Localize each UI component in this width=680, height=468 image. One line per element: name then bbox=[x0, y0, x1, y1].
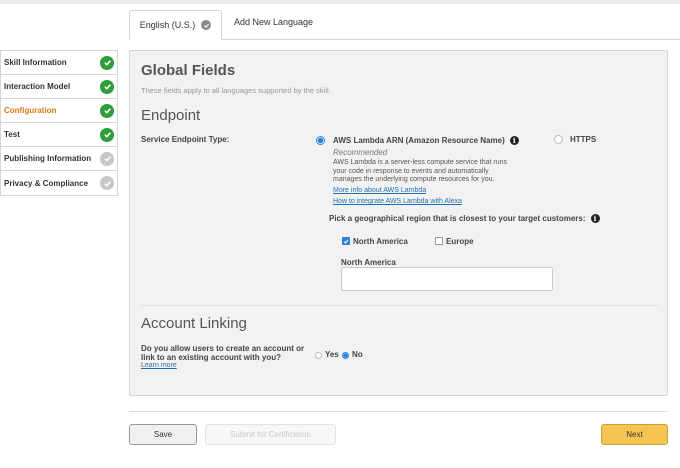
next-button[interactable]: Next bbox=[601, 424, 668, 445]
lambda-description: AWS Lambda is a server-less compute serv… bbox=[333, 159, 507, 185]
save-button[interactable]: Save bbox=[129, 424, 197, 445]
question-line: link to an existing account with you? bbox=[141, 353, 282, 362]
region-prompt-text: Pick a geographical region that is close… bbox=[329, 214, 586, 223]
sidebar-item-label: Publishing Information bbox=[4, 154, 92, 163]
lambda-description-line: manages the underlying compute resources… bbox=[333, 176, 495, 183]
page-subtitle: These fields apply to all languages supp… bbox=[141, 86, 331, 95]
sidebar-item-configuration[interactable]: Configuration bbox=[1, 99, 117, 123]
sidebar-item-label: Test bbox=[4, 130, 20, 139]
question-line: Do you allow users to create an account … bbox=[141, 344, 305, 353]
radio-no[interactable] bbox=[342, 352, 349, 359]
sidebar-item-label: Configuration bbox=[4, 106, 57, 115]
lambda-option: AWS Lambda ARN (Amazon Resource Name) i bbox=[333, 136, 519, 145]
check-circle-icon bbox=[100, 151, 114, 166]
submit-for-certification-button[interactable]: Submit for Certification bbox=[205, 424, 336, 445]
lambda-label: AWS Lambda ARN (Amazon Resource Name) bbox=[333, 136, 505, 145]
learn-more-link[interactable]: Learn more bbox=[141, 362, 177, 369]
north-america-label: North America bbox=[353, 237, 408, 246]
global-fields-panel: Global Fields These fields apply to all … bbox=[129, 50, 668, 396]
tab-divider bbox=[222, 39, 680, 40]
yes-label: Yes bbox=[325, 350, 339, 359]
region-prompt: Pick a geographical region that is close… bbox=[329, 214, 600, 223]
sidebar: Skill Information Interaction Model Conf… bbox=[0, 50, 118, 196]
check-circle-icon bbox=[100, 176, 114, 190]
check-icon bbox=[201, 20, 212, 30]
radio-https[interactable] bbox=[554, 135, 563, 144]
tab-add-new-language[interactable]: Add New Language bbox=[234, 17, 313, 27]
service-endpoint-type-label: Service Endpoint Type: bbox=[141, 135, 230, 144]
info-icon[interactable]: i bbox=[590, 214, 600, 223]
footer-divider bbox=[129, 411, 668, 412]
sidebar-item-label: Privacy & Compliance bbox=[4, 178, 89, 188]
recommended-label: Recommended bbox=[333, 148, 388, 157]
sidebar-item-test[interactable]: Test bbox=[1, 123, 117, 147]
europe-label: Europe bbox=[446, 237, 474, 246]
check-circle-icon bbox=[100, 55, 114, 70]
north-america-field-label: North America bbox=[341, 258, 396, 267]
account-linking-heading: Account Linking bbox=[141, 315, 247, 332]
info-icon[interactable]: i bbox=[509, 136, 519, 145]
tab-english-us[interactable]: English (U.S.) bbox=[129, 10, 222, 40]
check-circle-icon bbox=[100, 79, 114, 94]
https-label: HTTPS bbox=[570, 135, 597, 144]
sidebar-item-skill-information[interactable]: Skill Information bbox=[1, 51, 117, 75]
north-america-endpoint-input[interactable] bbox=[341, 267, 553, 291]
lambda-description-line: AWS Lambda is a server-less compute serv… bbox=[333, 159, 508, 166]
checkbox-north-america[interactable] bbox=[342, 237, 350, 245]
check-circle-icon bbox=[100, 127, 114, 142]
sidebar-item-privacy-compliance[interactable]: Privacy & Compliance bbox=[1, 171, 117, 195]
top-bar bbox=[0, 0, 680, 4]
sidebar-item-publishing-information[interactable]: Publishing Information bbox=[1, 147, 117, 171]
sidebar-item-label: Interaction Model bbox=[4, 82, 71, 91]
link-more-info-lambda[interactable]: More info about AWS Lambda bbox=[333, 187, 426, 194]
link-integrate-lambda[interactable]: How to integrate AWS Lambda with Alexa bbox=[333, 198, 462, 205]
checkbox-europe[interactable] bbox=[435, 237, 443, 245]
radio-yes[interactable] bbox=[315, 352, 322, 359]
tab-english-us-label: English (U.S.) bbox=[139, 20, 196, 30]
sidebar-item-label: Skill Information bbox=[4, 58, 67, 67]
section-divider bbox=[141, 305, 658, 306]
radio-lambda[interactable] bbox=[316, 136, 325, 145]
check-circle-icon bbox=[100, 103, 114, 118]
page-title: Global Fields bbox=[141, 62, 236, 79]
no-label: No bbox=[352, 350, 363, 359]
account-linking-question: Do you allow users to create an account … bbox=[141, 344, 304, 362]
endpoint-heading: Endpoint bbox=[141, 107, 201, 124]
sidebar-item-interaction-model[interactable]: Interaction Model bbox=[1, 75, 117, 99]
lambda-description-line: your code in response to events and auto… bbox=[333, 167, 489, 175]
